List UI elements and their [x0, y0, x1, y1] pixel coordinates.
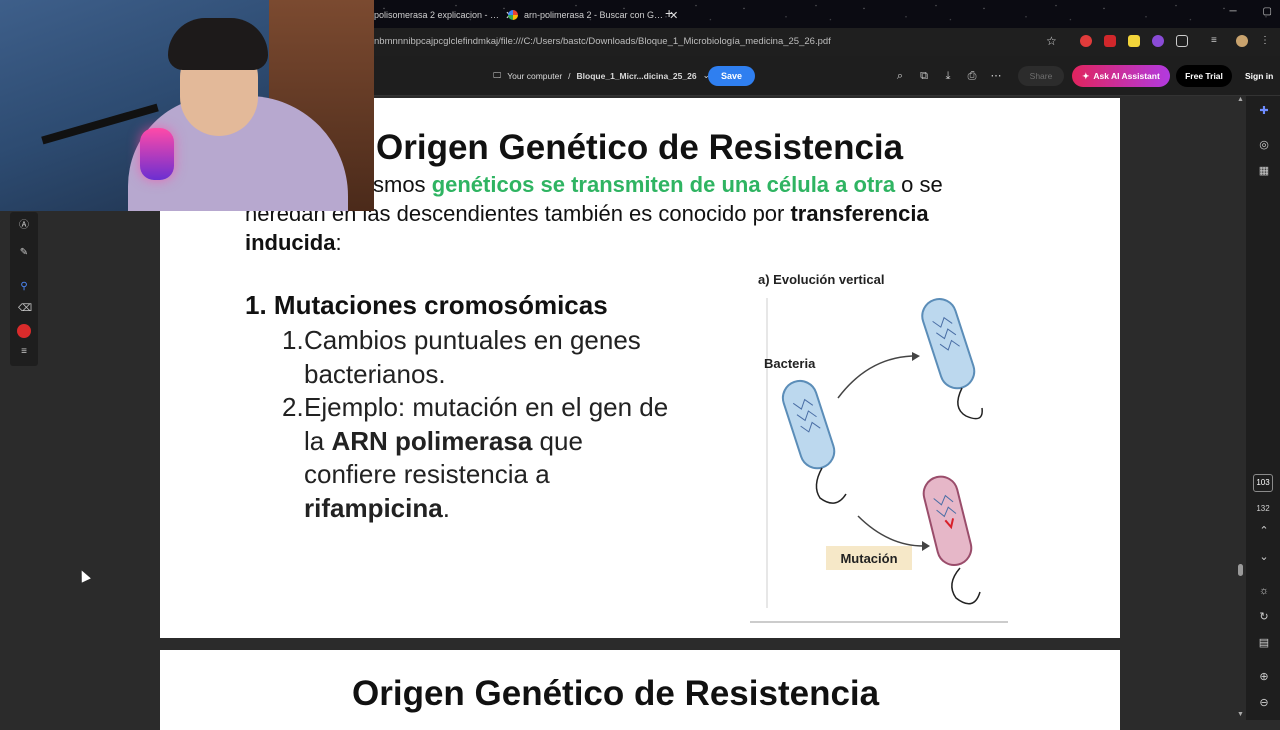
list-text: Ejemplo: mutación en el gen de la ARN po… [282, 391, 682, 525]
extension-icon[interactable] [1080, 35, 1092, 47]
list-item: 2. Ejemplo: mutación en el gen de la ARN… [282, 391, 682, 525]
list-text-part: . [442, 492, 450, 523]
url-field[interactable]: nbmnnnibpcajpcglclefindmkaj/file:///C:/U… [374, 36, 831, 47]
tab-explicacion[interactable]: polisomerasa 2 explicacion - … ✕ [374, 4, 514, 26]
ask-ai-assistant-label: Ask AI Assistant [1093, 71, 1160, 81]
more-icon[interactable]: ⋯ [989, 69, 1003, 83]
breadcrumb-filename[interactable]: Bloque_1_Micr...dicina_25_26 [577, 71, 697, 81]
scroll-up-icon[interactable]: ▲ [1237, 96, 1244, 103]
vertical-scrollbar[interactable]: ▲ ▼ [1237, 96, 1245, 720]
intro-end: : [335, 230, 342, 255]
annotation-toolbar: Ⓐ ✎ ⚲ ⌫ ≡ [10, 212, 38, 366]
figure-title: a) Evolución vertical [758, 272, 885, 287]
bacteria-diagram [750, 298, 1008, 623]
document-icon[interactable]: ▤ [1257, 636, 1271, 650]
ask-ai-assistant-button[interactable]: ✦ Ask AI Assistant [1072, 65, 1170, 87]
webcam-person-hair [168, 18, 268, 70]
rotate-icon[interactable]: ↻ [1257, 610, 1271, 624]
microphone [140, 128, 174, 180]
tab-title: arn-polimerasa 2 - Buscar con G… [524, 10, 664, 20]
tab-buscar[interactable]: arn-polimerasa 2 - Buscar con G… ✕ [508, 4, 678, 26]
menu-icon[interactable]: ⋮ [1260, 35, 1272, 47]
pdf-page-next: Origen Genético de Resistencia [160, 650, 1120, 730]
slide-title: Origen Genético de Resistencia [376, 128, 904, 167]
media-icon[interactable]: ≡ [1211, 35, 1223, 47]
slide-title: Origen Genético de Resistencia [352, 674, 880, 713]
puzzle-icon[interactable] [1176, 35, 1188, 47]
share-button[interactable]: Share [1018, 66, 1064, 86]
brightness-icon[interactable]: ☼ [1257, 584, 1271, 598]
intro-green: genéticos se transmiten de una célula a … [431, 172, 896, 197]
list-bold: rifampicina [304, 492, 443, 523]
bookmark-star-icon[interactable]: ☆ [1046, 34, 1057, 48]
total-pages: 132 [1256, 504, 1270, 513]
save-button[interactable]: Save [708, 66, 755, 86]
text-select-icon[interactable]: Ⓐ [18, 220, 30, 232]
ai-panel-icon[interactable]: ✚ [1257, 104, 1271, 118]
chevron-down-icon[interactable]: ⌄ [1257, 550, 1271, 564]
free-trial-button[interactable]: Free Trial [1176, 65, 1232, 87]
list-number: 1. [282, 325, 304, 355]
download-icon[interactable]: ⤓ [941, 69, 955, 83]
google-icon [508, 10, 518, 20]
maximize-icon[interactable]: ▢ [1263, 6, 1272, 17]
new-tab-button[interactable]: + [665, 5, 673, 21]
scrollbar-thumb[interactable] [1238, 564, 1243, 576]
current-page-input[interactable]: 103 [1253, 474, 1273, 492]
comment-icon[interactable]: ◎ [1257, 138, 1271, 152]
chevron-up-icon[interactable]: ⌃ [1257, 524, 1271, 538]
breadcrumb-location[interactable]: Your computer [507, 71, 562, 81]
tab-title: polisomerasa 2 explicacion - … [374, 10, 500, 20]
search-icon[interactable]: ⌕ [893, 69, 907, 83]
bacteria-label: Bacteria [764, 356, 816, 371]
breadcrumb-separator: / [568, 70, 571, 81]
menu-icon[interactable]: ≡ [18, 346, 30, 358]
scroll-down-icon[interactable]: ▼ [1237, 711, 1244, 718]
sign-in-link[interactable]: Sign in [1245, 71, 1273, 81]
eraser-icon[interactable]: ⌫ [18, 303, 32, 315]
pin-icon[interactable]: ⚲ [18, 281, 30, 293]
thumbnails-icon[interactable]: ▦ [1257, 164, 1271, 178]
zoom-out-icon[interactable]: ⊖ [1257, 696, 1271, 710]
mutation-label: Mutación [826, 546, 912, 570]
list-text: Cambios puntuales en genes bacterianos. [304, 325, 641, 389]
minimize-icon[interactable]: ─ [1229, 6, 1236, 17]
avatar[interactable] [1236, 35, 1248, 47]
vertical-evolution-figure: a) Evolución vertical Bacteria Mutación [750, 268, 1020, 628]
list-bold: ARN polimerasa [331, 425, 533, 456]
draw-icon[interactable]: ✎ [18, 247, 30, 259]
window-controls: ─ ▢ [1229, 6, 1272, 17]
pdf-extension-icon[interactable] [1104, 35, 1116, 47]
extension-icon[interactable] [1128, 35, 1140, 47]
breadcrumb: 🖵 Your computer / Bloque_1_Micr...dicina… [493, 70, 710, 81]
computer-icon: 🖵 [493, 70, 502, 80]
print-icon[interactable]: ⎙ [965, 69, 979, 83]
color-picker-icon[interactable] [17, 324, 31, 338]
extension-icon[interactable] [1152, 35, 1164, 47]
copy-icon[interactable]: ⧉ [917, 69, 931, 83]
webcam-overlay [0, 0, 374, 211]
mouse-cursor-icon [77, 568, 91, 583]
right-sidebar: ✚ ◎ ▦ 103 132 ⌃ ⌄ ☼ ↻ ▤ ⊕ ⊖ [1246, 96, 1280, 720]
list-item: 1. Cambios puntuales en genes bacteriano… [282, 324, 682, 391]
ai-chat-icon: ✦ [1082, 70, 1090, 81]
section-heading: 1. Mutaciones cromosómicas [245, 290, 608, 320]
zoom-in-icon[interactable]: ⊕ [1257, 670, 1271, 684]
list-number: 2. [282, 392, 304, 422]
